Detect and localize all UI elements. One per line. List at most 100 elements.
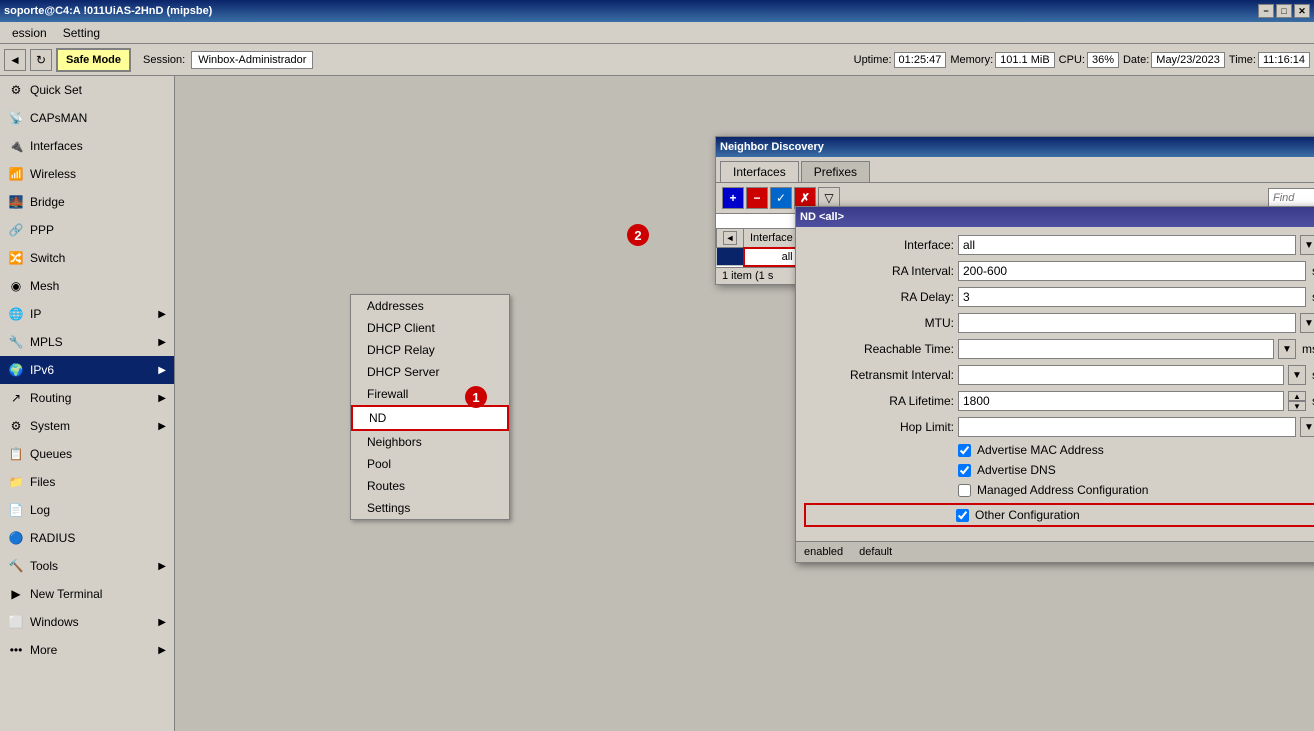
mtu-dropdown[interactable]: ▼ [1300,313,1314,333]
log-icon: 📄 [8,502,24,518]
mpls-arrow: ▶ [158,337,166,348]
sidebar-item-switch[interactable]: 🔀 Switch [0,244,174,272]
sidebar-item-system[interactable]: ⚙ System ▶ [0,412,174,440]
sidebar-item-files[interactable]: 📁 Files [0,468,174,496]
tab-interfaces[interactable]: Interfaces [720,161,799,182]
ra-lifetime-down[interactable]: ▼ [1288,401,1306,411]
nd-dialog: ND <all> − ✕ Interface: ▼ RA Interv [795,206,1314,563]
refresh-button[interactable]: ↻ [30,49,52,71]
menu-addresses[interactable]: Addresses [351,295,509,317]
sidebar-item-more[interactable]: ••• More ▶ [0,636,174,664]
more-arrow: ▶ [158,645,166,656]
sidebar-item-queues[interactable]: 📋 Queues [0,440,174,468]
sidebar-item-interfaces[interactable]: 🔌 Interfaces [0,132,174,160]
interface-dropdown[interactable]: ▼ [1300,235,1314,255]
retransmit-field-row: Retransmit Interval: ▼ s [804,365,1314,385]
date-item: Date: May/23/2023 [1123,52,1225,68]
sidebar-item-routing[interactable]: ↗ Routing ▶ [0,384,174,412]
wireless-icon: 📶 [8,166,24,182]
find-input[interactable] [1268,188,1314,208]
badge-1: 1 [465,386,487,408]
nd-dialog-body: Interface: ▼ RA Interval: s RA Delay: [796,227,1314,541]
dialog-status-right: default [859,546,892,558]
ra-lifetime-input[interactable] [958,391,1284,411]
sidebar-label-windows: Windows [30,615,79,629]
sidebar-item-radius[interactable]: 🔵 RADIUS [0,524,174,552]
retransmit-dropdown[interactable]: ▼ [1288,365,1306,385]
nd-dialog-bottom: enabled default [796,541,1314,562]
sidebar-item-new-terminal[interactable]: ▶ New Terminal [0,580,174,608]
queues-icon: 📋 [8,446,24,462]
menu-neighbors[interactable]: Neighbors [351,431,509,453]
sidebar-item-windows[interactable]: ⬜ Windows ▶ [0,608,174,636]
ip-arrow: ▶ [158,309,166,320]
remove-button[interactable]: − [746,187,768,209]
sidebar-label-interfaces: Interfaces [30,139,83,153]
sidebar-label-ip: IP [30,307,41,321]
close-button[interactable]: ✕ [1294,4,1310,18]
minimize-button[interactable]: − [1258,4,1274,18]
mtu-input[interactable] [958,313,1296,333]
reachable-unit: ms [1302,342,1314,356]
sidebar-item-bridge[interactable]: 🌉 Bridge [0,188,174,216]
apply-button[interactable]: ✓ [770,187,792,209]
sidebar-label-quick-set: Quick Set [30,83,82,97]
managed-address-checkbox[interactable] [958,484,971,497]
sidebar-item-tools[interactable]: 🔨 Tools ▶ [0,552,174,580]
menu-settings[interactable]: Settings [351,497,509,519]
back-button[interactable]: ◄ [4,49,26,71]
hop-limit-dropdown[interactable]: ▼ [1300,417,1314,437]
add-button[interactable]: + [722,187,744,209]
sidebar-item-mesh[interactable]: ◉ Mesh [0,272,174,300]
ra-delay-field-row: RA Delay: s [804,287,1314,307]
menu-routes[interactable]: Routes [351,475,509,497]
menu-dhcp-server[interactable]: DHCP Server [351,361,509,383]
interface-field-row: Interface: ▼ [804,235,1314,255]
hop-limit-input[interactable] [958,417,1296,437]
menu-ession[interactable]: ession [4,24,55,42]
sidebar-item-capsman[interactable]: 📡 CAPsMAN [0,104,174,132]
reachable-time-input[interactable] [958,339,1274,359]
routing-arrow: ▶ [158,393,166,404]
ra-delay-input[interactable] [958,287,1306,307]
reachable-dropdown[interactable]: ▼ [1278,339,1296,359]
advertise-mac-checkbox[interactable] [958,444,971,457]
safe-mode-button[interactable]: Safe Mode [56,48,131,72]
col-scroll[interactable]: ◄ [717,229,744,248]
interface-input[interactable] [958,235,1296,255]
other-config-checkbox[interactable] [956,509,969,522]
sidebar-item-ip[interactable]: 🌐 IP ▶ [0,300,174,328]
menu-pool[interactable]: Pool [351,453,509,475]
advertise-dns-checkbox[interactable] [958,464,971,477]
menu-dhcp-relay[interactable]: DHCP Relay [351,339,509,361]
ip-icon: 🌐 [8,306,24,322]
sidebar-item-wireless[interactable]: 📶 Wireless [0,160,174,188]
sidebar-item-quick-set[interactable]: ⚙ Quick Set [0,76,174,104]
menu-nd[interactable]: ND [351,405,509,431]
tab-prefixes[interactable]: Prefixes [801,161,870,182]
mtu-label: MTU: [804,316,954,330]
retransmit-input[interactable] [958,365,1284,385]
menu-setting[interactable]: Setting [55,24,108,42]
uptime-item: Uptime: 01:25:47 [854,52,947,68]
nd-dialog-title-text: ND <all> [800,211,844,223]
session-value: Winbox-Administrador [191,51,313,69]
menu-dhcp-client[interactable]: DHCP Client [351,317,509,339]
sidebar-label-queues: Queues [30,447,72,461]
ra-interval-input[interactable] [958,261,1306,281]
sidebar-label-new-terminal: New Terminal [30,587,102,601]
radius-icon: 🔵 [8,530,24,546]
sidebar-label-mpls: MPLS [30,335,63,349]
ra-lifetime-field-row: RA Lifetime: ▲ ▼ s [804,391,1314,411]
maximize-button[interactable]: □ [1276,4,1292,18]
other-config-row: Other Configuration [804,503,1314,527]
sidebar-item-mpls[interactable]: 🔧 MPLS ▶ [0,328,174,356]
sidebar-item-log[interactable]: 📄 Log [0,496,174,524]
session-label: Session: [143,54,185,66]
other-config-label: Other Configuration [975,508,1080,522]
sidebar-item-ppp[interactable]: 🔗 PPP [0,216,174,244]
ra-lifetime-up[interactable]: ▲ [1288,391,1306,401]
sidebar-label-tools: Tools [30,559,58,573]
sidebar-item-ipv6[interactable]: 🌍 IPv6 ▶ [0,356,174,384]
ra-interval-field-row: RA Interval: s [804,261,1314,281]
